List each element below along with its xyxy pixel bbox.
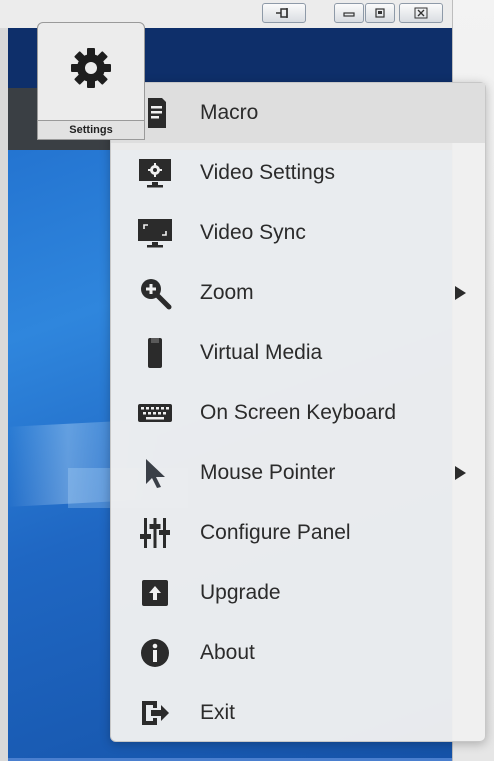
minimize-button[interactable]: [334, 3, 364, 23]
close-icon: [414, 7, 428, 19]
menu-item-zoom[interactable]: Zoom: [111, 263, 485, 323]
menu-item-exit[interactable]: Exit: [111, 683, 485, 743]
menu-item-mouse-pointer[interactable]: Mouse Pointer: [111, 443, 485, 503]
menu-item-label: Upgrade: [200, 581, 281, 604]
close-button[interactable]: [399, 3, 443, 23]
virtual-media-icon: [135, 333, 175, 373]
submenu-arrow-icon: [455, 466, 466, 480]
configure-panel-icon: [135, 513, 175, 553]
menu-item-label: Video Sync: [200, 221, 306, 244]
settings-button[interactable]: Settings: [37, 22, 145, 140]
maximize-icon: [375, 8, 385, 18]
menu-item-configure-panel[interactable]: Configure Panel: [111, 503, 485, 563]
video-sync-icon: [135, 213, 175, 253]
menu-item-label: Exit: [200, 701, 236, 724]
gear-icon: [71, 48, 111, 88]
menu-item-label: Virtual Media: [200, 341, 323, 364]
menu-item-label: About: [200, 641, 255, 664]
menu-item-label: Mouse Pointer: [200, 461, 336, 484]
menu-item-video-settings[interactable]: Video Settings: [111, 143, 485, 203]
keyboard-icon: [135, 393, 175, 433]
minimize-icon: [343, 12, 355, 17]
menu-item-label: Video Settings: [200, 161, 336, 184]
upgrade-icon: [135, 573, 175, 613]
menu-item-about[interactable]: About: [111, 623, 485, 683]
maximize-button[interactable]: [365, 3, 395, 23]
menu-item-upgrade[interactable]: Upgrade: [111, 563, 485, 623]
pin-icon: [276, 8, 288, 18]
video-settings-icon: [135, 153, 175, 193]
menu-item-video-sync[interactable]: Video Sync: [111, 203, 485, 263]
exit-icon: [135, 693, 175, 733]
mouse-pointer-icon: [135, 453, 175, 493]
pin-button[interactable]: [262, 3, 306, 23]
about-icon: [135, 633, 175, 673]
submenu-arrow-icon: [455, 286, 466, 300]
menu-item-label: On Screen Keyboard: [200, 401, 397, 424]
menu-item-label: Macro: [200, 101, 259, 124]
menu-item-on-screen-keyboard[interactable]: On Screen Keyboard: [111, 383, 485, 443]
menu-item-label: Configure Panel: [200, 521, 351, 544]
settings-menu: Macro Video Settings Video Sync Zoom Vir…: [110, 82, 486, 742]
menu-item-macro[interactable]: Macro: [111, 83, 485, 143]
menu-item-virtual-media[interactable]: Virtual Media: [111, 323, 485, 383]
zoom-icon: [135, 273, 175, 313]
menu-item-label: Zoom: [200, 281, 254, 304]
settings-label: Settings: [38, 120, 144, 139]
